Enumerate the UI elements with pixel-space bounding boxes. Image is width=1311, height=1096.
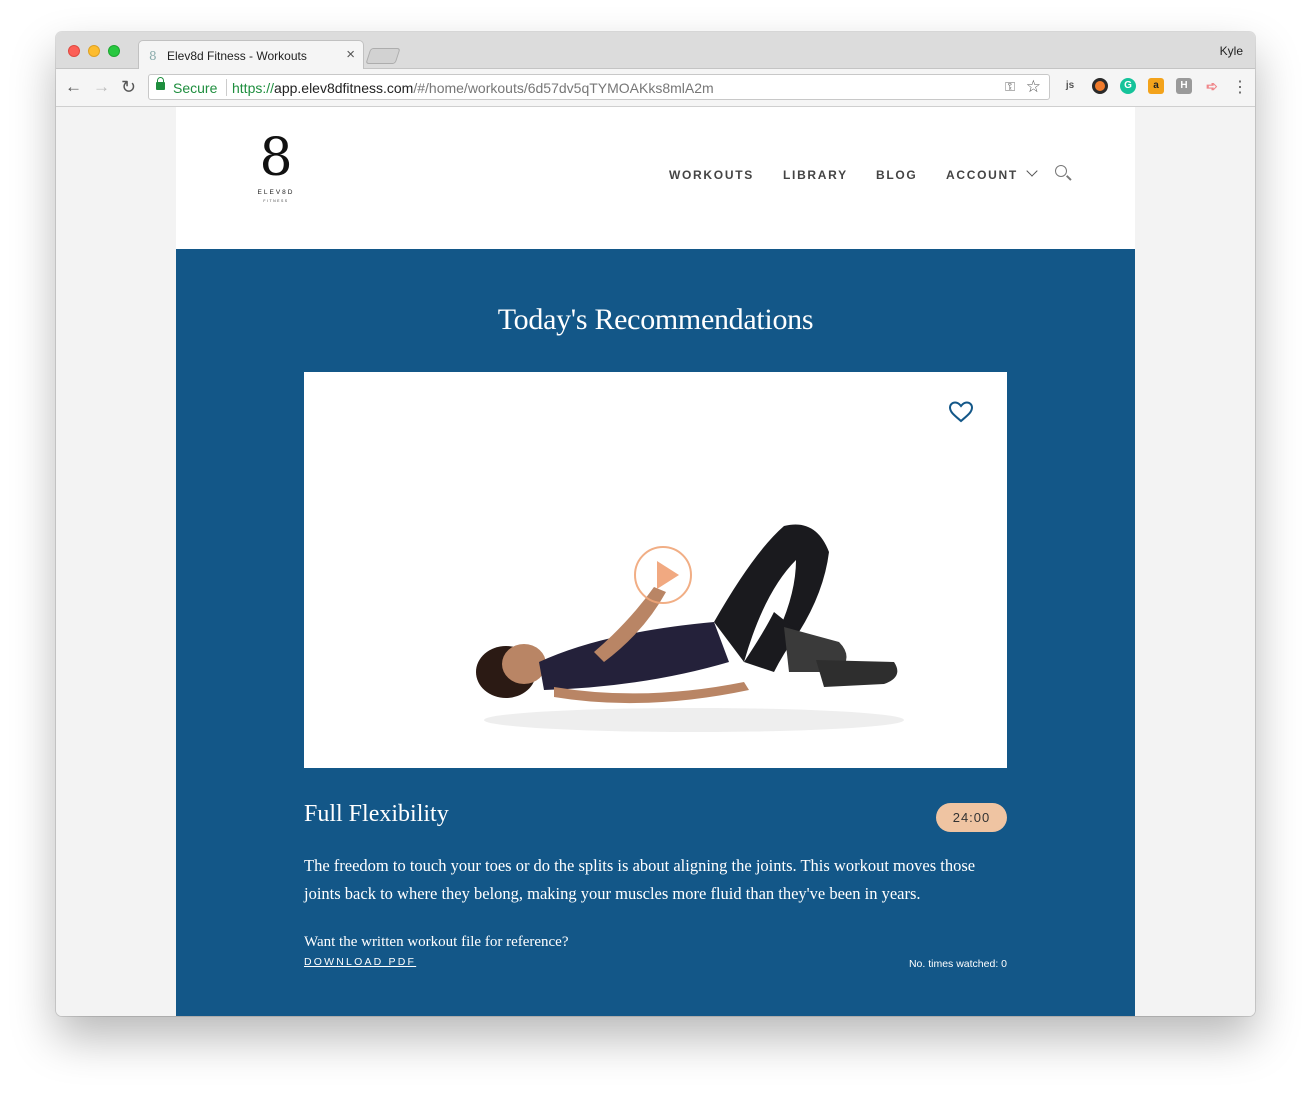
maximize-window-button[interactable] <box>108 45 120 57</box>
chevron-down-icon[interactable] <box>1026 165 1038 177</box>
site-container: 8 ELEV8D FITNESS WORKOUTS LIBRARY BLOG A… <box>176 107 1135 1016</box>
browser-tab[interactable]: 8 Elev8d Fitness - Workouts × <box>138 40 364 70</box>
nav-blog[interactable]: BLOG <box>876 168 917 182</box>
grammarly-extension-icon[interactable]: G <box>1120 78 1136 94</box>
logo-mark: 8 <box>259 128 293 188</box>
nav-library[interactable]: LIBRARY <box>783 168 848 182</box>
reload-icon[interactable]: ↻ <box>121 77 136 97</box>
url-text[interactable]: https://app.elev8dfitness.com/#/home/wor… <box>232 80 714 96</box>
workout-thumbnail-image <box>476 524 904 732</box>
logo-wordmark: ELEV8D <box>257 189 295 196</box>
browser-toolbar: ← → ↻ Secure https://app.elev8dfitness.c… <box>56 69 1255 107</box>
url-host: app.elev8dfitness.com <box>274 80 414 96</box>
key-icon[interactable]: ⚿ <box>1005 79 1015 95</box>
url-path: /#/home/workouts/6d57dv5qTYMOAKks8mlA2m <box>413 80 714 96</box>
back-arrow-icon[interactable]: ← <box>65 77 82 97</box>
workout-description: The freedom to touch your toes or do the… <box>304 856 976 903</box>
section-title: Today's Recommendations <box>497 303 814 336</box>
heart-icon[interactable] <box>948 400 974 424</box>
tab-bar: 8 Elev8d Fitness - Workouts × Kyle <box>56 32 1255 70</box>
new-tab-button[interactable] <box>365 48 401 64</box>
close-window-button[interactable] <box>68 45 80 57</box>
bookmark-star-icon[interactable]: ☆ <box>1026 77 1041 97</box>
recommendations-section: Today's Recommendations Full Flexibility… <box>176 249 1135 1016</box>
pdf-prompt: Want the written workout file for refere… <box>304 934 569 950</box>
amazon-extension-icon[interactable]: a <box>1148 78 1164 94</box>
color-extension-icon[interactable] <box>1092 78 1108 94</box>
address-bar[interactable]: Secure https://app.elev8dfitness.com/#/h… <box>148 74 1050 100</box>
download-pdf-link[interactable]: DOWNLOAD PDF <box>304 956 416 968</box>
logo-subtitle: FITNESS <box>263 199 289 203</box>
workout-title: Full Flexibility <box>304 801 449 827</box>
tab-title: Elev8d Fitness - Workouts <box>167 49 307 63</box>
nav-workouts[interactable]: WORKOUTS <box>669 168 754 182</box>
pushbullet-extension-icon[interactable]: ➪ <box>1204 78 1220 94</box>
search-icon[interactable] <box>1055 165 1067 177</box>
h-extension-icon[interactable]: H <box>1176 78 1192 94</box>
browser-window: 8 Elev8d Fitness - Workouts × Kyle ← → ↻… <box>56 32 1255 1016</box>
lock-icon <box>156 77 165 90</box>
nav-account[interactable]: ACCOUNT <box>946 168 1018 182</box>
secure-label: Secure <box>173 80 218 96</box>
minimize-window-button[interactable] <box>88 45 100 57</box>
close-tab-icon[interactable]: × <box>346 46 355 63</box>
page-viewport: 8 ELEV8D FITNESS WORKOUTS LIBRARY BLOG A… <box>56 107 1255 1016</box>
profile-name[interactable]: Kyle <box>1220 44 1243 58</box>
site-header: 8 ELEV8D FITNESS WORKOUTS LIBRARY BLOG A… <box>176 107 1135 249</box>
browser-menu-icon[interactable]: ⋮ <box>1232 77 1248 97</box>
forward-arrow-icon[interactable]: → <box>93 77 110 97</box>
js-extension-icon[interactable]: js <box>1062 78 1078 94</box>
video-player[interactable] <box>304 372 1007 768</box>
duration-badge: 24:00 <box>936 803 1007 832</box>
url-scheme: https:// <box>232 80 275 96</box>
play-icon[interactable] <box>634 546 692 604</box>
times-watched: No. times watched: 0 <box>908 958 1007 970</box>
url-divider <box>226 79 227 96</box>
favicon-icon: 8 <box>149 49 157 63</box>
